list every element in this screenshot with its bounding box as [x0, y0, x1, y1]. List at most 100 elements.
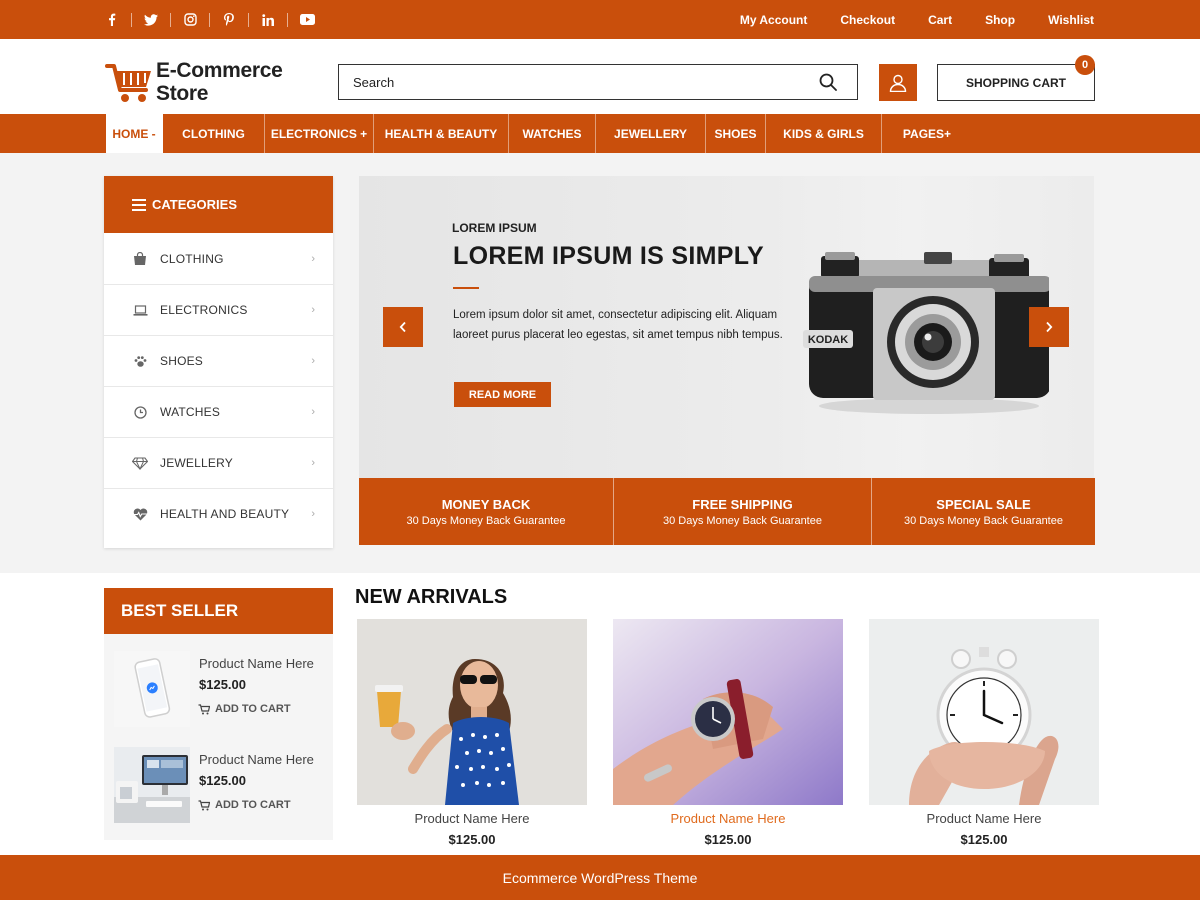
- product-card: Product Name Here $125.00: [613, 619, 843, 847]
- slide-title: LOREM IPSUM IS SIMPLY: [453, 242, 764, 270]
- category-item-clothing[interactable]: CLOTHING ›: [104, 233, 333, 284]
- slider-next-button[interactable]: [1029, 307, 1069, 347]
- product-price: $125.00: [199, 677, 246, 692]
- shopping-bag-icon: [132, 251, 148, 267]
- product-card: Product Name Here $125.00: [869, 619, 1099, 847]
- nav-item-kids-girls[interactable]: KIDS & GIRLS: [766, 114, 882, 153]
- category-label: JEWELLERY: [160, 456, 233, 470]
- laptop-icon: [132, 302, 148, 318]
- slider-prev-button[interactable]: [383, 307, 423, 347]
- category-item-shoes[interactable]: SHOES ›: [104, 335, 333, 386]
- site-footer: Ecommerce WordPress Theme: [0, 855, 1200, 900]
- site-header: E-Commerce Store SHOPPING CART 0: [0, 39, 1200, 114]
- cart-icon: [198, 703, 210, 714]
- footer-text: Ecommerce WordPress Theme: [502, 869, 698, 886]
- cart-count-badge: 0: [1075, 55, 1095, 75]
- nav-item-home[interactable]: HOME -: [106, 114, 163, 153]
- product-image-alarm-clock[interactable]: [869, 619, 1099, 805]
- chevron-right-icon: ›: [311, 355, 315, 367]
- product-price: $125.00: [448, 832, 496, 847]
- features-bar: MONEY BACK 30 Days Money Back Guarantee …: [359, 478, 1095, 545]
- nav-item-jewellery[interactable]: JEWELLERY: [596, 114, 706, 153]
- cart-icon: [198, 799, 210, 810]
- categories-title: CATEGORIES: [152, 197, 237, 212]
- search-icon[interactable]: [819, 73, 837, 96]
- slide-description: Lorem ipsum dolor sit amet, consectetur …: [453, 309, 783, 341]
- facebook-icon[interactable]: [93, 12, 132, 27]
- slide-divider: [453, 287, 479, 289]
- shopping-cart-logo-icon: [105, 64, 151, 102]
- user-icon: [889, 74, 907, 92]
- best-seller-title: BEST SELLER: [104, 588, 333, 634]
- product-name[interactable]: Product Name Here: [199, 752, 314, 767]
- main-nav: HOME - CLOTHING ELECTRONICS + HEALTH & B…: [0, 114, 1200, 153]
- feature-title: FREE SHIPPING: [692, 496, 793, 512]
- wishlist-link[interactable]: Wishlist: [1048, 13, 1094, 27]
- category-item-jewellery[interactable]: JEWELLERY ›: [104, 437, 333, 488]
- product-price: $125.00: [960, 832, 1008, 847]
- nav-item-electronics[interactable]: ELECTRONICS +: [265, 114, 374, 153]
- category-item-health-beauty[interactable]: HEALTH AND BEAUTY ›: [104, 488, 333, 539]
- feature-special-sale: SPECIAL SALE 30 Days Money Back Guarante…: [872, 478, 1095, 545]
- twitter-icon[interactable]: [132, 12, 171, 27]
- best-seller-panel: BEST SELLER Product Name Here $125.00 AD…: [104, 588, 333, 840]
- product-name[interactable]: Product Name Here: [869, 811, 1099, 826]
- shop-link[interactable]: Shop: [985, 13, 1015, 27]
- best-seller-item: Product Name Here $125.00 ADD TO CART: [114, 747, 324, 825]
- feature-money-back: MONEY BACK 30 Days Money Back Guarantee: [359, 478, 614, 545]
- instagram-icon[interactable]: [171, 12, 210, 27]
- best-seller-item: Product Name Here $125.00 ADD TO CART: [114, 651, 324, 729]
- search-input[interactable]: [353, 74, 793, 90]
- feature-title: MONEY BACK: [441, 496, 531, 512]
- social-links: [93, 0, 327, 39]
- category-item-watches[interactable]: WATCHES ›: [104, 386, 333, 437]
- chevron-right-icon: ›: [311, 406, 315, 418]
- account-links: My Account Checkout Cart Shop Wishlist: [707, 0, 1094, 39]
- pinterest-icon[interactable]: [210, 12, 249, 27]
- product-name[interactable]: Product Name Here: [357, 811, 587, 826]
- nav-item-shoes[interactable]: SHOES: [706, 114, 766, 153]
- add-to-cart-button[interactable]: ADD TO CART: [198, 799, 291, 811]
- product-image-wristwatch[interactable]: [613, 619, 843, 805]
- chevron-right-icon: ›: [311, 252, 315, 265]
- new-arrivals-title: NEW ARRIVALS: [355, 586, 508, 608]
- user-account-button[interactable]: [879, 64, 917, 101]
- product-thumbnail-phone[interactable]: [114, 651, 190, 727]
- vintage-camera-image: KODAK: [803, 252, 1049, 414]
- read-more-button[interactable]: READ MORE: [454, 382, 551, 407]
- youtube-icon[interactable]: [288, 13, 327, 27]
- add-to-cart-label: ADD TO CART: [215, 799, 291, 811]
- category-item-electronics[interactable]: ELECTRONICS ›: [104, 284, 333, 335]
- product-thumbnail-desk[interactable]: [114, 747, 190, 823]
- shopping-cart-button[interactable]: SHOPPING CART 0: [937, 55, 1095, 101]
- feature-subtitle: 30 Days Money Back Guarantee: [406, 514, 566, 527]
- add-to-cart-label: ADD TO CART: [215, 703, 291, 715]
- chevron-right-icon: ›: [311, 457, 315, 469]
- nav-item-watches[interactable]: WATCHES: [509, 114, 596, 153]
- product-name[interactable]: Product Name Here: [199, 656, 314, 671]
- category-label: SHOES: [160, 354, 204, 368]
- feature-subtitle: 30 Days Money Back Guarantee: [663, 514, 822, 527]
- product-image-woman-coffee[interactable]: [357, 619, 587, 805]
- product-name[interactable]: Product Name Here: [613, 811, 843, 826]
- product-price: $125.00: [199, 773, 246, 788]
- chevron-right-icon: [1046, 321, 1053, 333]
- cart-link[interactable]: Cart: [928, 13, 952, 27]
- logo-text: E-Commerce Store: [156, 59, 283, 105]
- category-label: WATCHES: [160, 405, 221, 419]
- checkout-link[interactable]: Checkout: [840, 13, 895, 27]
- diamond-icon: [132, 455, 148, 471]
- feature-free-shipping: FREE SHIPPING 30 Days Money Back Guarant…: [614, 478, 872, 545]
- linkedin-icon[interactable]: [249, 12, 288, 27]
- nav-item-clothing[interactable]: CLOTHING: [163, 114, 265, 153]
- nav-item-health-beauty[interactable]: HEALTH & BEAUTY: [374, 114, 509, 153]
- my-account-link[interactable]: My Account: [740, 13, 808, 27]
- site-logo[interactable]: E-Commerce Store: [105, 59, 283, 105]
- feature-subtitle: 30 Days Money Back Guarantee: [904, 514, 1063, 527]
- heartbeat-icon: [132, 506, 148, 522]
- categories-panel: CATEGORIES CLOTHING › ELECTRONICS › SHOE…: [104, 176, 333, 548]
- nav-item-pages[interactable]: PAGES+: [882, 114, 972, 153]
- category-label: HEALTH AND BEAUTY: [160, 507, 290, 521]
- shopping-cart-label: SHOPPING CART: [965, 75, 1066, 90]
- add-to-cart-button[interactable]: ADD TO CART: [198, 703, 291, 715]
